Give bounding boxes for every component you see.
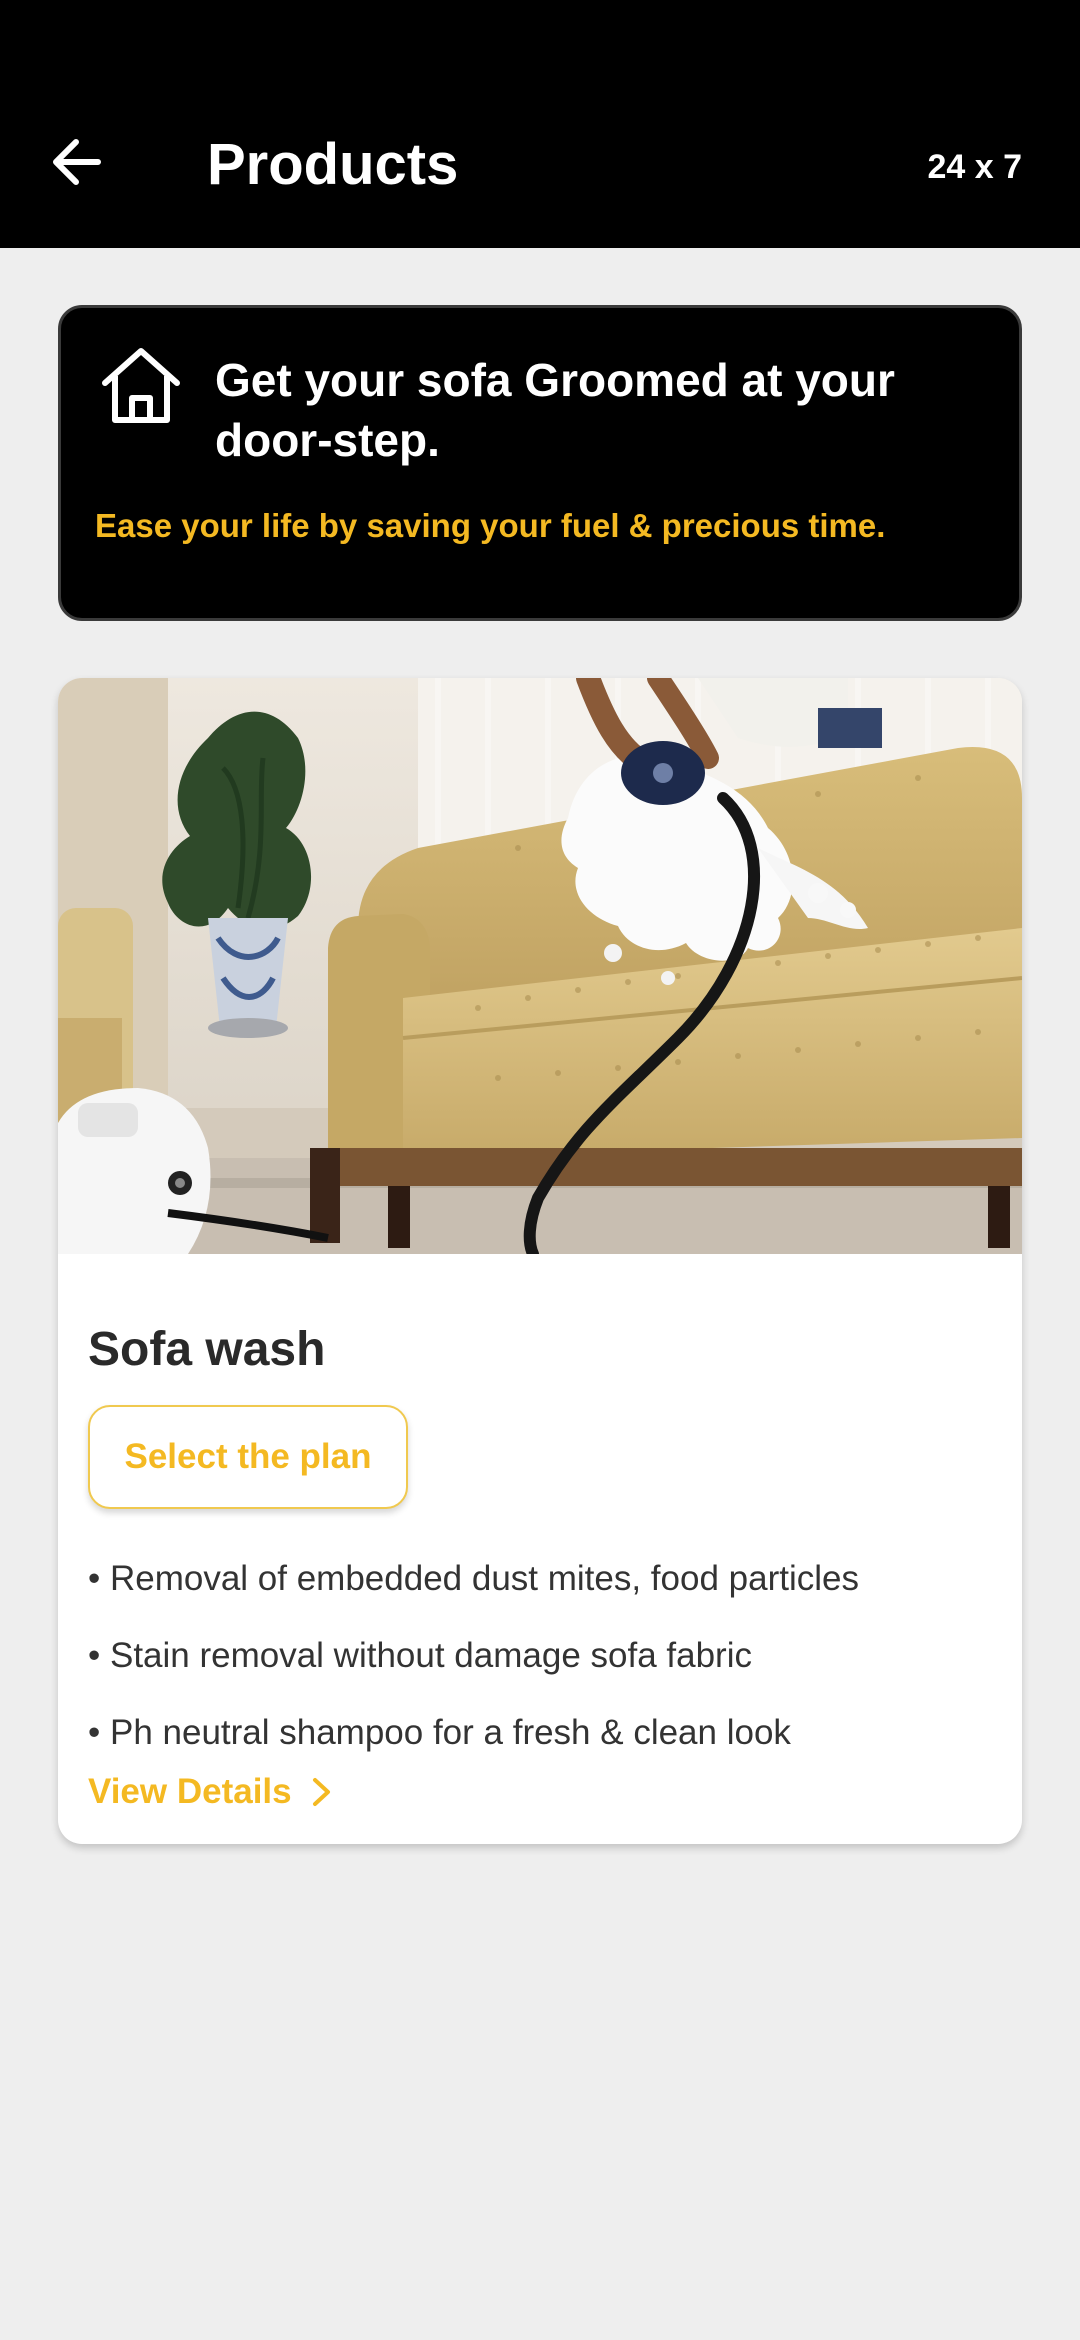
feature-item: • Stain removal without damage sofa fabr… [88, 1636, 752, 1675]
product-title: Sofa wash [88, 1323, 326, 1376]
back-button[interactable] [40, 126, 112, 198]
feature-item: • Ph neutral shampoo for a fresh & clean… [88, 1713, 791, 1752]
promo-subtitle: Ease your life by saving your fuel & pre… [95, 507, 886, 544]
select-plan-button[interactable]: Select the plan [88, 1405, 408, 1509]
feature-item: • Removal of embedded dust mites, food p… [88, 1559, 859, 1598]
product-card: Sofa wash Select the plan • Removal of e… [58, 678, 1022, 1844]
page-title: Products [207, 132, 459, 197]
view-details-label: View Details [88, 1772, 292, 1811]
arrow-left-icon [53, 139, 101, 185]
promo-banner: Get your sofa Groomed at your door-step.… [58, 305, 1022, 621]
home-icon [102, 348, 180, 423]
app-bar: Products 24 x 7 [0, 96, 1080, 248]
status-bar [0, 0, 1080, 96]
feature-list: • Removal of embedded dust mites, food p… [88, 1540, 988, 1771]
chevron-right-icon [312, 1778, 330, 1806]
availability-badge: 24 x 7 [927, 148, 1022, 186]
view-details-link[interactable]: View Details [88, 1772, 332, 1812]
promo-title: Get your sofa Groomed at your door-step. [215, 354, 895, 466]
sofa-wash-image [58, 678, 1022, 1254]
